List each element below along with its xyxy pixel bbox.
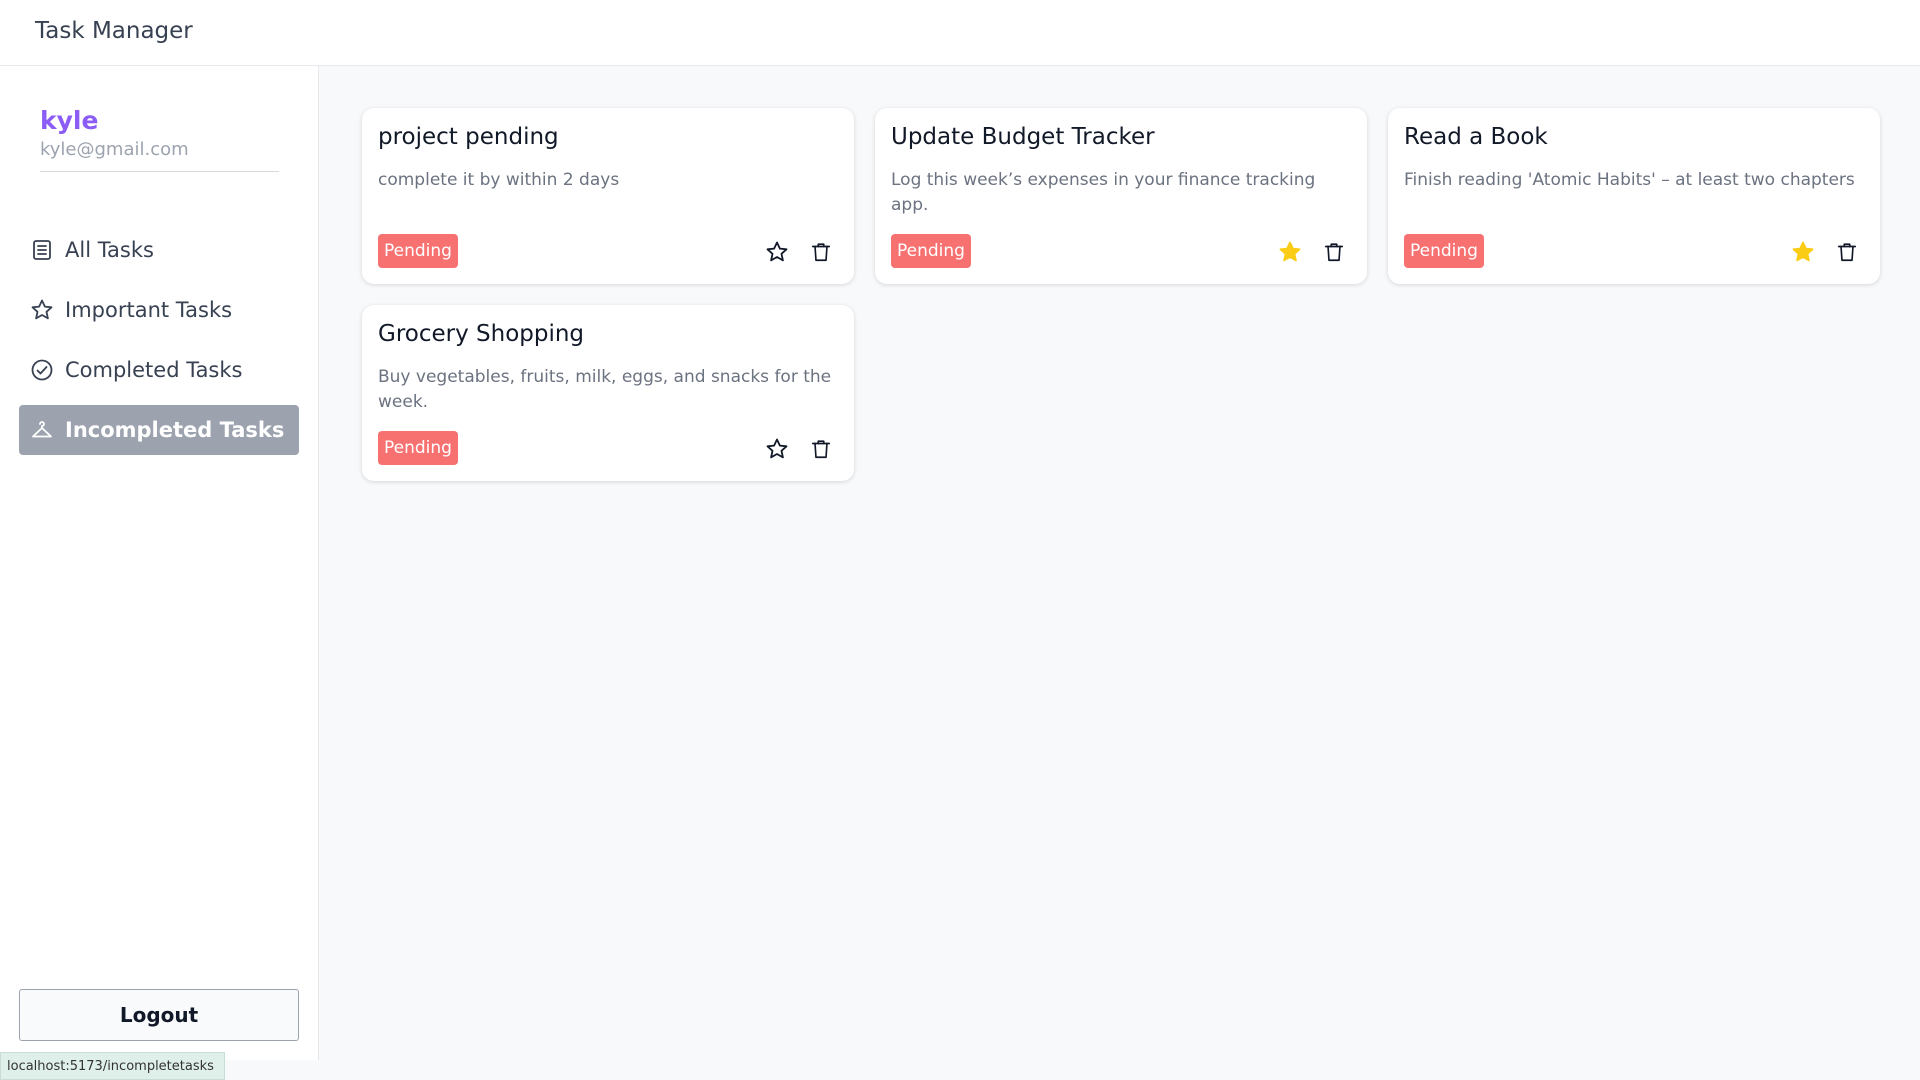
check-circle-icon: [29, 357, 55, 383]
sidebar: kyle kyle@gmail.com All Tasks Important …: [0, 66, 319, 1060]
status-badge[interactable]: Pending: [1404, 234, 1484, 268]
star-icon[interactable]: [764, 436, 790, 462]
list-icon: [29, 237, 55, 263]
task-description: Buy vegetables, fruits, milk, eggs, and …: [378, 367, 832, 412]
sidebar-item-incompleted-tasks[interactable]: Incompleted Tasks: [19, 405, 299, 455]
sidebar-item-label: All Tasks: [65, 238, 154, 262]
hanger-icon: [29, 417, 55, 443]
trash-icon[interactable]: [808, 436, 834, 462]
sidebar-item-all-tasks[interactable]: All Tasks: [19, 225, 299, 275]
status-badge[interactable]: Pending: [378, 431, 458, 465]
user-name: kyle: [40, 106, 99, 135]
status-badge[interactable]: Pending: [891, 234, 971, 268]
task-description: complete it by within 2 days: [378, 170, 620, 190]
task-card: project pending complete it by within 2 …: [362, 108, 854, 284]
star-icon: [29, 297, 55, 323]
main-content: project pending complete it by within 2 …: [320, 66, 1920, 1060]
task-grid: project pending complete it by within 2 …: [362, 108, 1880, 481]
star-icon[interactable]: [764, 239, 790, 265]
task-title: project pending: [378, 124, 559, 150]
star-filled-icon[interactable]: [1277, 239, 1303, 265]
sidebar-item-completed-tasks[interactable]: Completed Tasks: [19, 345, 299, 395]
task-card: Update Budget Tracker Log this week’s ex…: [875, 108, 1367, 284]
trash-icon[interactable]: [1834, 239, 1860, 265]
trash-icon[interactable]: [1321, 239, 1347, 265]
logout-button[interactable]: Logout: [19, 989, 299, 1041]
app-title: Task Manager: [35, 18, 193, 44]
task-card: Read a Book Finish reading 'Atomic Habit…: [1388, 108, 1880, 284]
task-card: Grocery Shopping Buy vegetables, fruits,…: [362, 305, 854, 481]
task-title: Read a Book: [1404, 124, 1548, 150]
sidebar-item-important-tasks[interactable]: Important Tasks: [19, 285, 299, 335]
task-title: Update Budget Tracker: [891, 124, 1155, 150]
status-badge[interactable]: Pending: [378, 234, 458, 268]
user-profile: kyle kyle@gmail.com: [40, 106, 279, 172]
sidebar-item-label: Incompleted Tasks: [65, 418, 285, 442]
user-email: kyle@gmail.com: [40, 139, 189, 160]
trash-icon[interactable]: [808, 239, 834, 265]
task-title: Grocery Shopping: [378, 321, 585, 347]
app-root: Task Manager kyle kyle@gmail.com All Tas…: [0, 0, 1920, 1080]
sidebar-item-label: Completed Tasks: [65, 358, 243, 382]
status-bar-url: localhost:5173/incompletetasks: [0, 1052, 225, 1080]
top-header: Task Manager: [0, 0, 1920, 66]
task-description: Log this week’s expenses in your finance…: [891, 170, 1316, 215]
sidebar-nav: All Tasks Important Tasks Completed Task…: [19, 225, 299, 465]
task-description: Finish reading 'Atomic Habits' – at leas…: [1404, 170, 1855, 190]
sidebar-item-label: Important Tasks: [65, 298, 233, 322]
star-filled-icon[interactable]: [1790, 239, 1816, 265]
